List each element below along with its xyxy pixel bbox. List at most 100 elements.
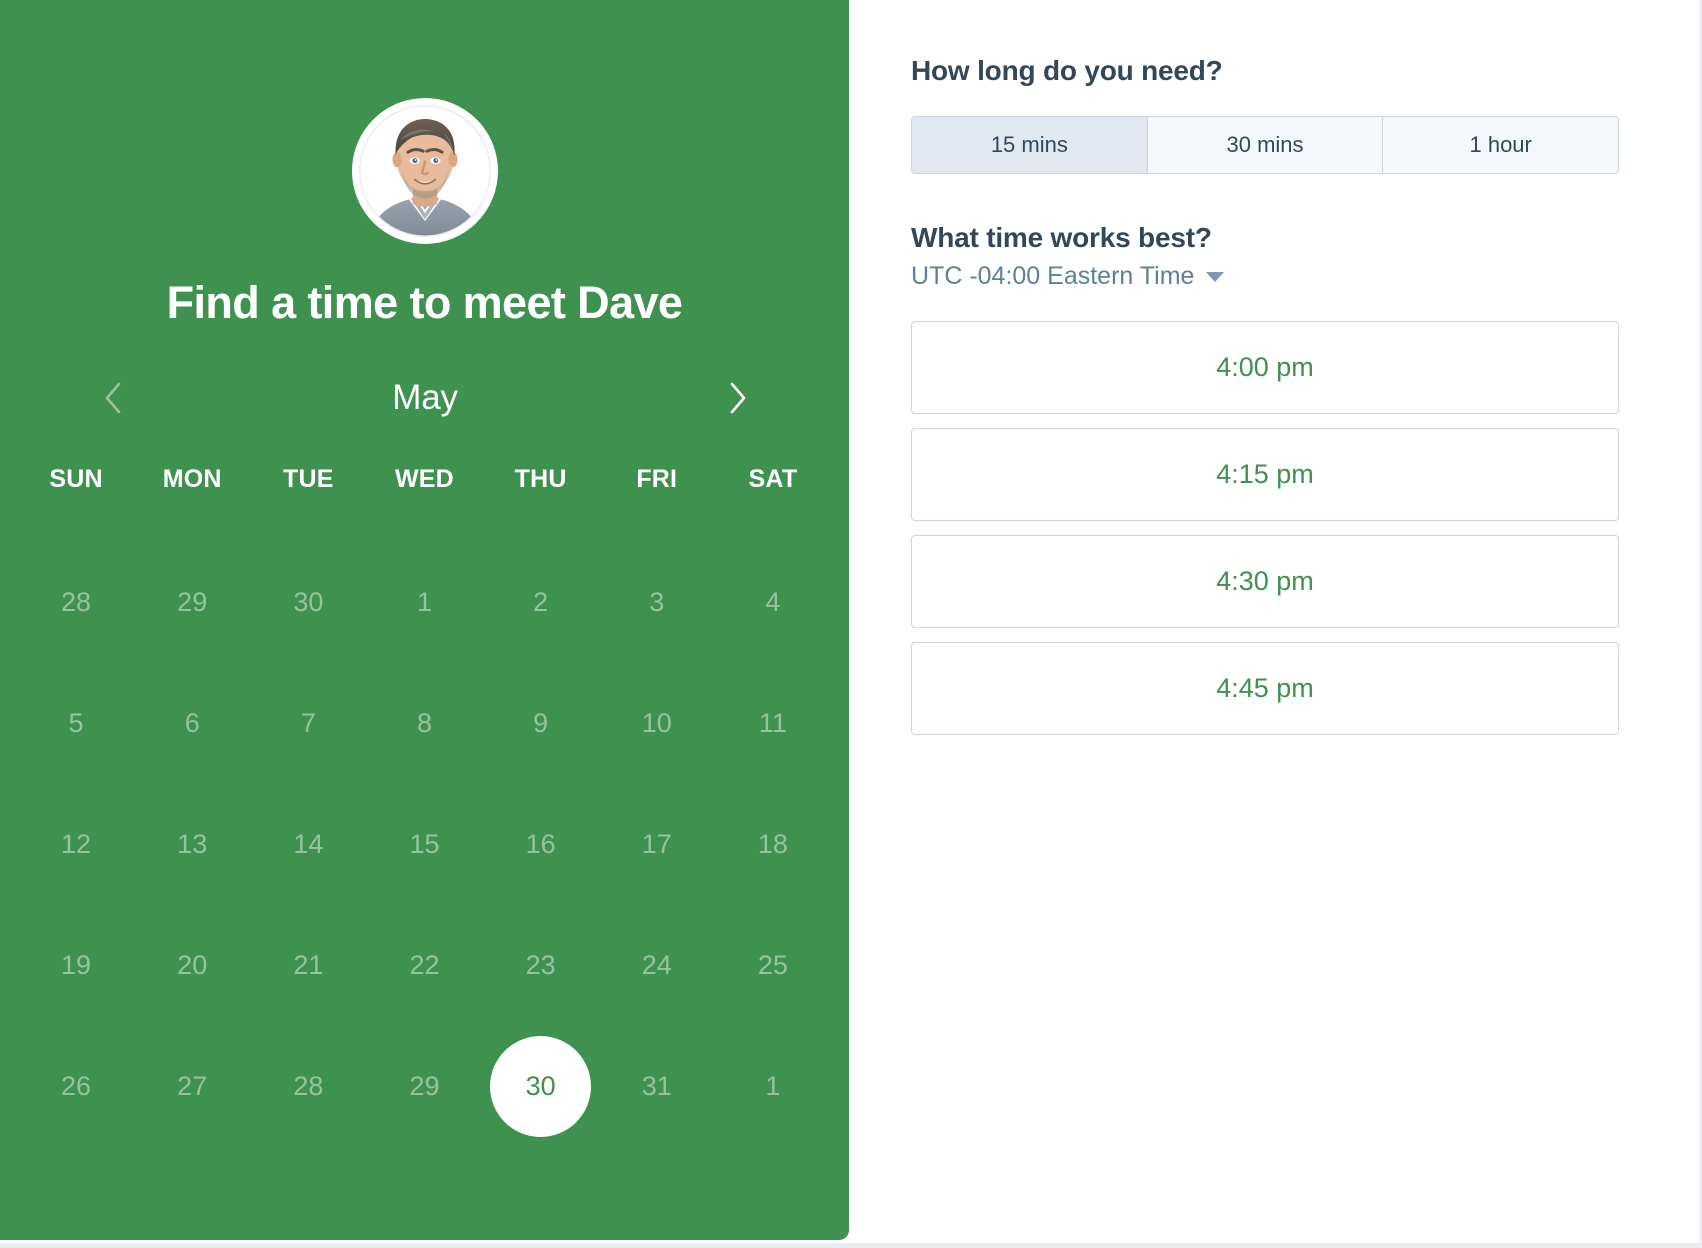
page-title: Find a time to meet Dave bbox=[166, 277, 683, 328]
calendar-cell: 3 bbox=[599, 542, 715, 663]
calendar-day: 6 bbox=[184, 708, 200, 738]
calendar-panel: Find a time to meet Dave May SUN MON TUE WE… bbox=[0, 0, 849, 1240]
calendar-cell: 28 bbox=[250, 1026, 366, 1147]
page-shell: Find a time to meet Dave May SUN MON TUE WE… bbox=[0, 0, 1702, 1248]
time-slot-4-30-pm[interactable]: 4:30 pm bbox=[911, 535, 1619, 628]
calendar-cell: 25 bbox=[715, 905, 831, 1026]
timezone-selector[interactable]: UTC -04:00 Eastern Time bbox=[911, 262, 1225, 291]
calendar-cell: 4 bbox=[715, 542, 831, 663]
calendar-cell: 16 bbox=[483, 784, 599, 905]
calendar-day: 31 bbox=[641, 1071, 672, 1101]
avatar bbox=[351, 98, 498, 244]
calendar-weekday-mon: MON bbox=[162, 465, 222, 493]
calendar-cell: 28 bbox=[18, 542, 134, 663]
calendar-day-selected[interactable]: 30 bbox=[490, 1036, 592, 1137]
month-label: May bbox=[392, 378, 458, 417]
chevron-right-icon[interactable] bbox=[714, 375, 760, 421]
calendar-cell: 29 bbox=[134, 542, 250, 663]
calendar-cell: 9 bbox=[483, 663, 599, 784]
calendar-cell: 13 bbox=[134, 784, 250, 905]
calendar-day-grid: 28 29 30 1 2 3 4 5 6 7 8 9 10 11 12 13 14 15 16 17 18 19 20 21 2… bbox=[18, 542, 831, 1147]
time-slot-4-00-pm[interactable]: 4:00 pm bbox=[911, 321, 1619, 414]
calendar-day: 16 bbox=[525, 829, 556, 859]
month-navigation: May bbox=[90, 370, 760, 426]
calendar-cell: 27 bbox=[134, 1026, 250, 1147]
calendar-cell: 1 bbox=[366, 542, 482, 663]
calendar-day: 15 bbox=[409, 829, 440, 859]
duration-option-30-mins[interactable]: 30 mins bbox=[1147, 117, 1384, 173]
calendar-day: 19 bbox=[61, 950, 92, 980]
calendar-weekday-fri: FRI bbox=[636, 465, 678, 493]
calendar-grid: SUN MON TUE WED THU FRI SAT 28 29 30 1 2 3 4 5 6 7 8 9 10 1… bbox=[18, 465, 831, 1147]
calendar-cell: 19 bbox=[18, 905, 134, 1026]
calendar-day: 30 bbox=[293, 587, 324, 617]
calendar-weekday-sun: SUN bbox=[49, 465, 103, 493]
calendar-cell: 22 bbox=[366, 905, 482, 1026]
calendar-day: 26 bbox=[61, 1071, 92, 1101]
calendar-weekday-wed: WED bbox=[395, 465, 454, 493]
calendar-day: 9 bbox=[533, 708, 549, 738]
calendar-cell: 18 bbox=[715, 784, 831, 905]
duration-option-15-mins[interactable]: 15 mins bbox=[912, 117, 1148, 173]
calendar-cell: 23 bbox=[483, 905, 599, 1026]
calendar-day: 27 bbox=[177, 1071, 208, 1101]
calendar-weekday-sat: SAT bbox=[748, 465, 798, 493]
calendar-day: 7 bbox=[300, 708, 316, 738]
calendar-cell: 10 bbox=[599, 663, 715, 784]
time-slot-4-45-pm[interactable]: 4:45 pm bbox=[911, 642, 1619, 735]
calendar-cell: 12 bbox=[18, 784, 134, 905]
calendar-cell: 20 bbox=[134, 905, 250, 1026]
calendar-cell: 26 bbox=[18, 1026, 134, 1147]
calendar-day: 28 bbox=[61, 587, 92, 617]
calendar-cell: 30 bbox=[483, 1026, 599, 1147]
calendar-day: 13 bbox=[177, 829, 208, 859]
booking-panel: How long do you need? 15 mins 30 mins 1 ho… bbox=[849, 0, 1699, 1240]
calendar-cell: 29 bbox=[366, 1026, 482, 1147]
duration-heading: How long do you need? bbox=[911, 55, 1223, 86]
calendar-day: 12 bbox=[61, 829, 92, 859]
calendar-cell: 2 bbox=[483, 542, 599, 663]
time-section: What time works best? UTC -04:00 Eastern… bbox=[911, 222, 1627, 735]
calendar-day: 11 bbox=[758, 708, 787, 738]
calendar-cell: 8 bbox=[366, 663, 482, 784]
duration-option-1-hour[interactable]: 1 hour bbox=[1383, 117, 1618, 173]
time-slot-list: 4:00 pm 4:15 pm 4:30 pm 4:45 pm bbox=[911, 321, 1619, 735]
calendar-cell: 7 bbox=[250, 663, 366, 784]
time-heading: What time works best? bbox=[911, 222, 1212, 253]
calendar-day: 1 bbox=[765, 1071, 781, 1101]
calendar-weekday-tue: TUE bbox=[283, 465, 334, 493]
calendar-cell: 14 bbox=[250, 784, 366, 905]
calendar-day: 28 bbox=[293, 1071, 324, 1101]
duration-selector: 15 mins 30 mins 1 hour bbox=[911, 116, 1619, 174]
calendar-cell: 5 bbox=[18, 663, 134, 784]
calendar-cell: 15 bbox=[366, 784, 482, 905]
calendar-day: 24 bbox=[641, 950, 672, 980]
calendar-day: 29 bbox=[409, 1071, 440, 1101]
calendar-day: 3 bbox=[649, 587, 665, 617]
calendar-weekday-thu: THU bbox=[514, 465, 567, 493]
calendar-cell: 11 bbox=[715, 663, 831, 784]
time-slot-4-15-pm[interactable]: 4:15 pm bbox=[911, 428, 1619, 521]
scheduler-page: Find a time to meet Dave May SUN MON TUE WE… bbox=[0, 0, 1702, 1248]
calendar-cell: 17 bbox=[599, 784, 715, 905]
calendar-day: 17 bbox=[641, 829, 672, 859]
calendar-cell: 24 bbox=[599, 905, 715, 1026]
calendar-cell: 1 bbox=[715, 1026, 831, 1147]
calendar-day: 25 bbox=[757, 950, 788, 980]
calendar-day: 23 bbox=[525, 950, 556, 980]
calendar-day: 14 bbox=[293, 829, 324, 859]
calendar-day: 8 bbox=[416, 708, 432, 738]
calendar-day: 2 bbox=[533, 587, 549, 617]
calendar-cell: 21 bbox=[250, 905, 366, 1026]
calendar-day: 29 bbox=[177, 587, 208, 617]
avatar-photo bbox=[351, 98, 498, 244]
calendar-day: 18 bbox=[757, 829, 788, 859]
calendar-day: 4 bbox=[765, 587, 781, 617]
calendar-day: 1 bbox=[416, 587, 432, 617]
chevron-left-icon[interactable] bbox=[90, 375, 136, 421]
calendar-weekday-header-row: SUN MON TUE WED THU FRI SAT bbox=[18, 465, 831, 494]
calendar-day: 10 bbox=[641, 708, 672, 738]
calendar-day: 5 bbox=[68, 708, 84, 738]
calendar-day: 22 bbox=[409, 950, 440, 980]
calendar-day: 21 bbox=[293, 950, 324, 980]
